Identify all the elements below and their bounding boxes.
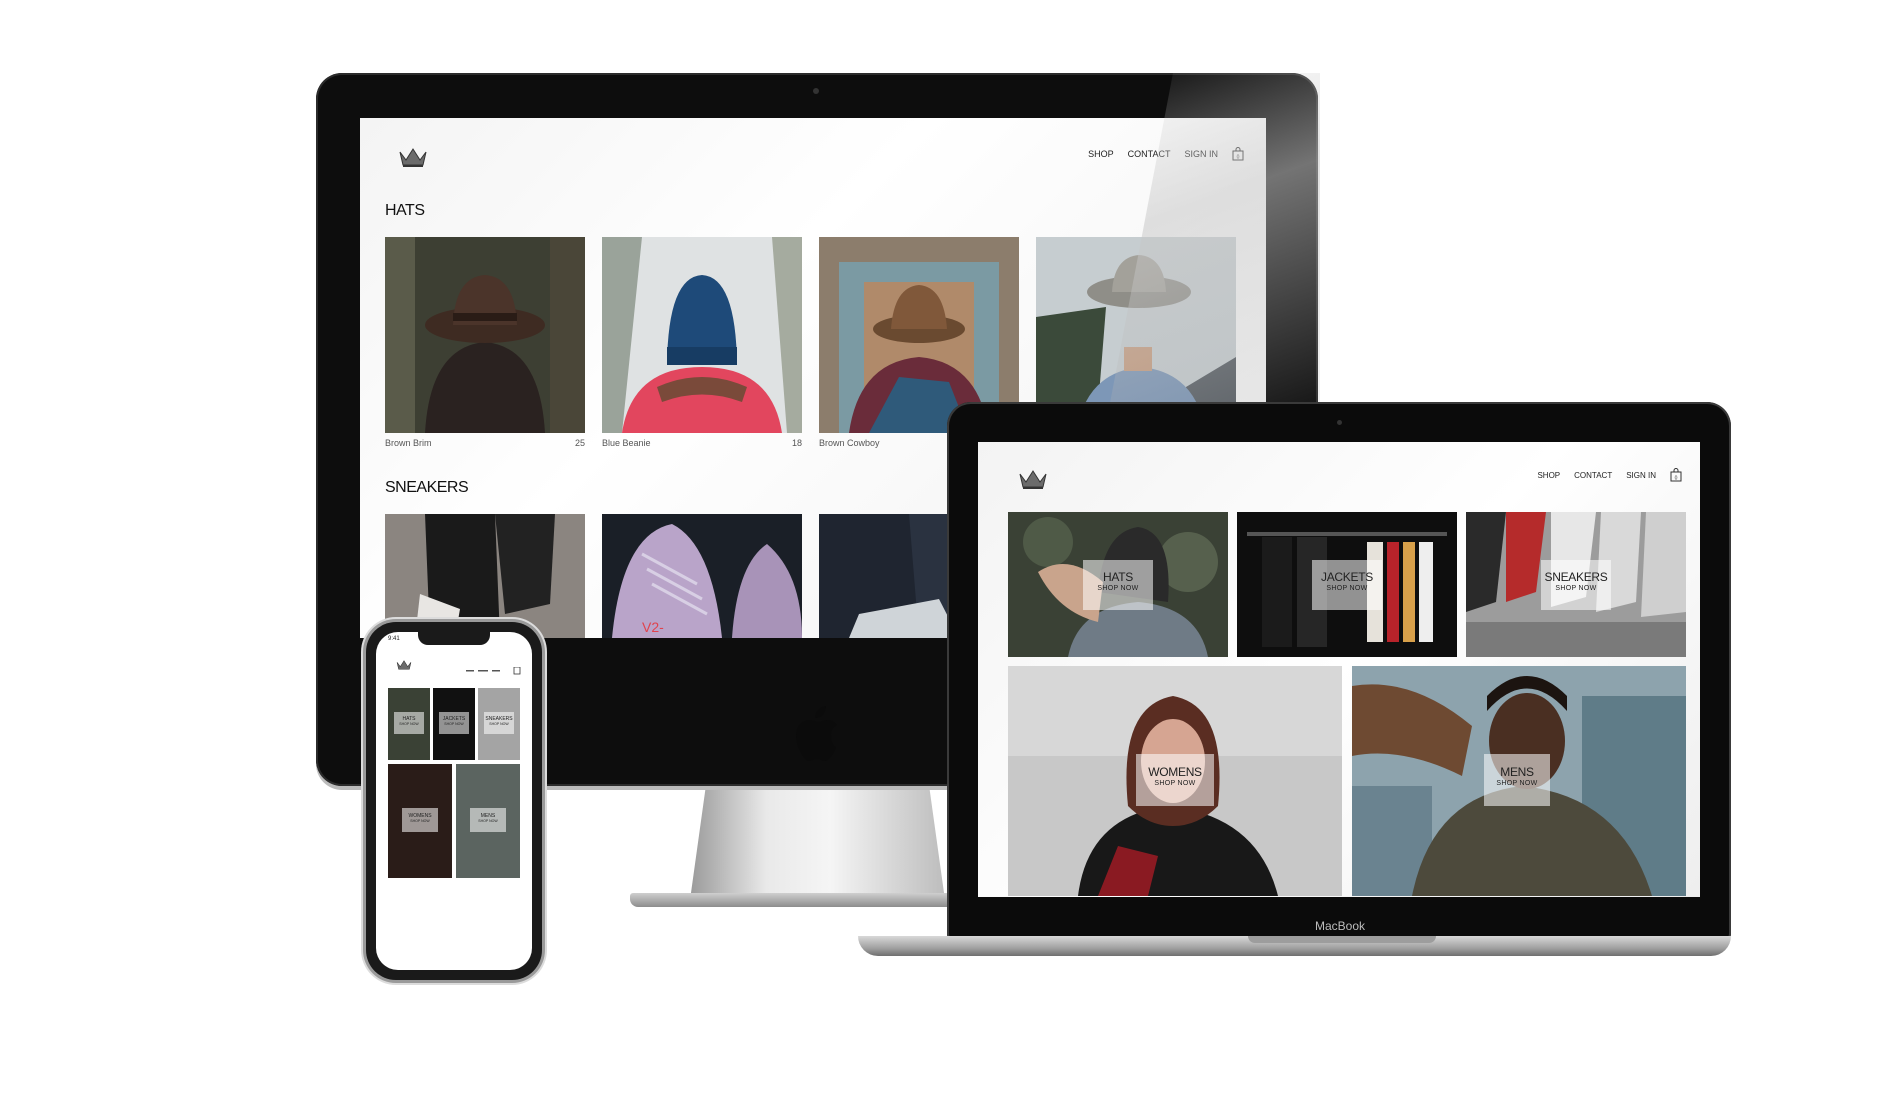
category-label: MENS SHOP NOW	[470, 808, 506, 832]
shop-now-link[interactable]: SHOP NOW	[1312, 585, 1382, 592]
product-name: Brown Cowboy	[819, 438, 880, 448]
logo[interactable]	[396, 659, 412, 671]
category-tile-sneakers[interactable]: SNEAKERS SHOP NOW	[1466, 512, 1686, 657]
nav-contact[interactable]: CONTACT	[1574, 471, 1612, 480]
site-nav: SHOP CONTACT SIGN IN 0	[1088, 147, 1244, 161]
nav-sign-in[interactable]: SIGN IN	[1184, 149, 1218, 159]
shopping-bag-icon[interactable]: 0	[1670, 468, 1682, 482]
crown-icon	[1019, 470, 1047, 489]
svg-text:V2-: V2-	[642, 619, 664, 635]
macbook-screen: SHOP CONTACT SIGN IN 0 HATS SHOP NOW JAC…	[978, 442, 1700, 897]
category-tile-jackets[interactable]: JACKETS SHOP NOW	[433, 688, 475, 760]
apple-logo-icon	[796, 706, 837, 761]
product-price: 25	[574, 438, 585, 448]
product-image-sneaker-1[interactable]	[385, 514, 585, 638]
category-title: SNEAKERS	[1544, 570, 1608, 584]
imac-base	[630, 893, 975, 907]
shop-now-link[interactable]: SHOP NOW	[1541, 585, 1611, 592]
product-image-sneaker-2[interactable]: V2-	[602, 514, 802, 638]
logo[interactable]	[1018, 468, 1048, 490]
category-tile-hats[interactable]: HATS SHOP NOW	[388, 688, 430, 760]
category-label: HATS SHOP NOW	[394, 712, 424, 734]
imac-camera	[813, 88, 819, 94]
section-title-hats: HATS	[385, 202, 425, 219]
status-time: 9:41	[388, 636, 400, 642]
category-label: HATS SHOP NOW	[1083, 560, 1153, 610]
logo[interactable]	[398, 146, 428, 168]
category-title: WOMENS	[1148, 765, 1202, 779]
macbook-notch	[1248, 936, 1436, 943]
shop-now-link[interactable]: SHOP NOW	[484, 722, 514, 726]
crown-icon	[396, 660, 412, 670]
product-price: 18	[791, 438, 802, 448]
shop-now-link[interactable]: SHOP NOW	[1136, 780, 1214, 787]
category-title: MENS	[1500, 765, 1534, 779]
category-label: SNEAKERS SHOP NOW	[484, 712, 514, 734]
product-image-brown-brim[interactable]	[385, 237, 585, 433]
imac-stand	[690, 790, 945, 900]
iphone-notch	[418, 632, 490, 645]
category-tile-hats[interactable]: HATS SHOP NOW	[1008, 512, 1228, 657]
category-tile-mens[interactable]: MENS SHOP NOW	[1352, 666, 1686, 896]
category-label: MENS SHOP NOW	[1484, 754, 1550, 806]
category-label: JACKETS SHOP NOW	[439, 712, 469, 734]
macbook-label: MacBook	[1314, 919, 1366, 933]
mobile-nav	[466, 662, 526, 680]
product-image-blue-beanie[interactable]	[602, 237, 802, 433]
nav-shop[interactable]: SHOP	[1537, 471, 1560, 480]
macbook-camera	[1337, 420, 1342, 425]
nav-sign-in[interactable]: SIGN IN	[1626, 471, 1656, 480]
shop-now-link[interactable]: SHOP NOW	[402, 819, 438, 823]
shop-now-link[interactable]: SHOP NOW	[1484, 780, 1550, 787]
shop-now-link[interactable]: SHOP NOW	[1083, 585, 1153, 592]
shop-now-link[interactable]: SHOP NOW	[470, 819, 506, 823]
section-title-sneakers: SNEAKERS	[385, 479, 469, 496]
category-title: HATS	[1103, 570, 1133, 584]
category-tile-jackets[interactable]: JACKETS SHOP NOW	[1237, 512, 1457, 657]
shop-now-link[interactable]: SHOP NOW	[394, 722, 424, 726]
category-label: WOMENS SHOP NOW	[1136, 754, 1214, 806]
shopping-bag-icon[interactable]: 0	[1232, 147, 1244, 161]
category-title: JACKETS	[1321, 570, 1373, 584]
category-tile-mens[interactable]: MENS SHOP NOW	[456, 764, 520, 878]
site-nav: SHOP CONTACT SIGN IN 0	[1537, 468, 1682, 482]
nav-contact[interactable]: CONTACT	[1128, 149, 1171, 159]
shop-now-link[interactable]: SHOP NOW	[439, 722, 469, 726]
svg-text:0: 0	[1675, 476, 1678, 482]
category-tile-womens[interactable]: WOMENS SHOP NOW	[388, 764, 452, 878]
product-name: Brown Brim	[385, 438, 432, 448]
category-label: SNEAKERS SHOP NOW	[1541, 560, 1611, 610]
nav-dots-icon[interactable]	[466, 666, 526, 675]
iphone-screen: 9:41 HATS SHOP NOW JACKETS SHOP NOW SNEA…	[376, 632, 532, 970]
nav-shop[interactable]: SHOP	[1088, 149, 1114, 159]
category-label: WOMENS SHOP NOW	[402, 808, 438, 832]
category-tile-womens[interactable]: WOMENS SHOP NOW	[1008, 666, 1342, 896]
crown-icon	[399, 148, 427, 167]
product-name: Blue Beanie	[602, 438, 651, 448]
category-label: JACKETS SHOP NOW	[1312, 560, 1382, 610]
svg-text:0: 0	[1237, 155, 1240, 161]
category-tile-sneakers[interactable]: SNEAKERS SHOP NOW	[478, 688, 520, 760]
